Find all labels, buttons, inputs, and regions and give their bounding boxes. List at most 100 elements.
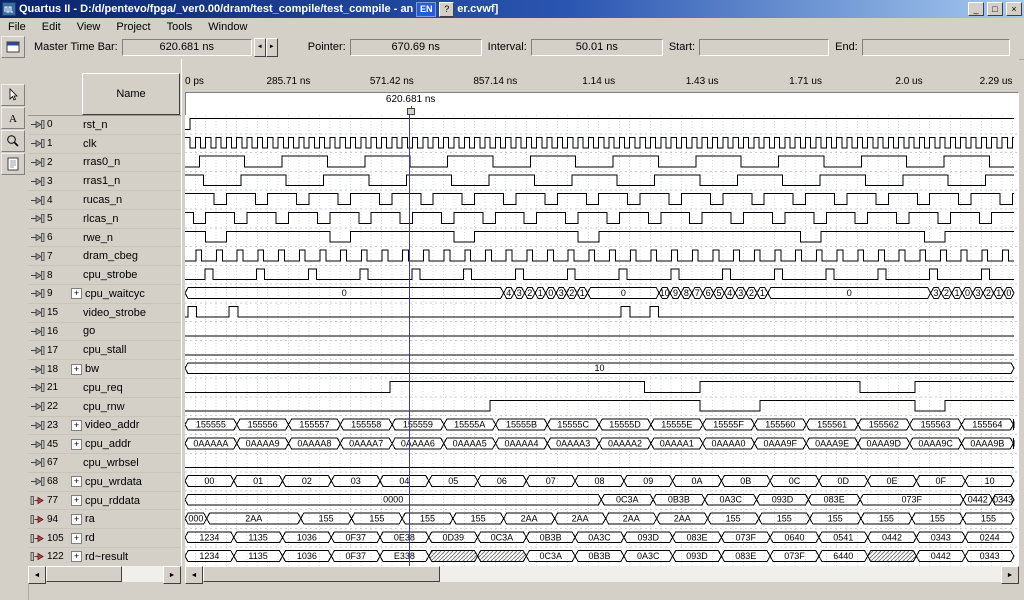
signal-row-cpu_rddata[interactable]: 77+cpu_rddata [28, 492, 181, 511]
signal-name: video_addr [85, 419, 139, 431]
signal-row-rd[interactable]: 105+rd [28, 529, 181, 548]
wave-clk[interactable] [185, 137, 1014, 148]
name-column-header[interactable]: Name [82, 73, 180, 115]
svg-text:0442: 0442 [882, 532, 902, 542]
zoom-tool-button[interactable] [1, 130, 25, 152]
menu-project[interactable]: Project [108, 20, 158, 34]
signal-row-cpu_addr[interactable]: 45+cpu_addr [28, 435, 181, 454]
expand-button[interactable]: + [71, 533, 82, 544]
name-panel-scrollbar[interactable]: ◄ ► [28, 566, 181, 582]
signal-row-rras0_n[interactable]: 2rras0_n [28, 154, 181, 173]
marker-band[interactable]: 620.681 ns [185, 92, 1019, 115]
selection-arrow-tool-button[interactable] [1, 84, 25, 106]
signal-row-rucas_n[interactable]: 4rucas_n [28, 191, 181, 210]
svg-text:155561: 155561 [817, 420, 847, 430]
text-tool-icon: A [5, 114, 21, 129]
wave-video_addr[interactable]: 15555515555615555715555815555915555A1555… [185, 419, 1014, 430]
document-tool-button[interactable] [1, 153, 25, 175]
signal-row-cpu_wrdata[interactable]: 68+cpu_wrdata [28, 473, 181, 492]
signal-row-video_addr[interactable]: 23+video_addr [28, 417, 181, 436]
expand-button[interactable]: + [71, 551, 82, 562]
svg-text:0AAAA3: 0AAAA3 [556, 438, 590, 448]
svg-text:0A3C: 0A3C [719, 495, 742, 505]
waveform-scrollbar[interactable]: ◄ ► [185, 566, 1019, 582]
signal-row-cpu_req[interactable]: 21cpu_req [28, 379, 181, 398]
scroll-left-icon[interactable]: ◄ [28, 566, 46, 584]
signal-row-cpu_rnw[interactable]: 22cpu_rnw [28, 398, 181, 417]
master-time-marker-handle[interactable] [407, 108, 415, 115]
text-tool-tool-button[interactable]: A [1, 107, 25, 129]
svg-text:0AAAA8: 0AAAA8 [297, 438, 331, 448]
svg-text:155: 155 [420, 514, 435, 524]
signal-row-video_strobe[interactable]: 15video_strobe [28, 304, 181, 323]
window-tool-button[interactable] [1, 36, 25, 58]
wave-video_strobe[interactable] [185, 306, 1014, 317]
svg-text:0B3B: 0B3B [588, 551, 610, 561]
language-indicator-badge[interactable]: EN [416, 2, 436, 17]
svg-text:8: 8 [684, 288, 689, 298]
svg-text:0AAAA1: 0AAAA1 [660, 438, 694, 448]
signal-row-go[interactable]: 16go [28, 323, 181, 342]
signal-row-bw[interactable]: 18+bw [28, 360, 181, 379]
svg-text:0: 0 [847, 288, 852, 298]
expand-button[interactable]: + [71, 514, 82, 525]
wave-cpu_req[interactable] [185, 382, 1014, 393]
signal-row-rd~result[interactable]: 122+rd~result [28, 548, 181, 566]
signal-row-ra[interactable]: 94+ra [28, 510, 181, 529]
expand-button[interactable]: + [71, 364, 82, 375]
wave-scroll-left-icon[interactable]: ◄ [185, 566, 203, 584]
svg-text:2AA: 2AA [623, 514, 640, 524]
svg-text:000: 000 [188, 514, 203, 524]
wave-cpu_wrdata[interactable]: 000102030405060708090A0B0C0D0E0F10 [185, 476, 1014, 487]
input-pin-icon [30, 326, 46, 337]
wave-rucas_n[interactable] [185, 194, 1014, 205]
wave-scroll-track[interactable] [203, 566, 1001, 582]
signal-row-cpu_wrbsel[interactable]: 67cpu_wrbsel [28, 454, 181, 473]
wave-scroll-right-icon[interactable]: ► [1001, 566, 1019, 584]
waveform-area[interactable]: 0432103210109876543210321032101015555515… [185, 115, 1019, 566]
signal-index: 6 [46, 232, 71, 243]
name-scroll-track[interactable] [46, 566, 163, 582]
menu-edit[interactable]: Edit [34, 20, 69, 34]
signal-row-rras1_n[interactable]: 3rras1_n [28, 172, 181, 191]
wave-cpu_addr[interactable]: 0AAAAA0AAAA90AAAA80AAAA70AAAA60AAAA50AAA… [185, 438, 1014, 449]
svg-text:155: 155 [726, 514, 741, 524]
maximize-button[interactable]: □ [987, 2, 1003, 16]
window-title-document: er.cvwf] [457, 3, 498, 15]
close-button[interactable]: × [1006, 2, 1022, 16]
titlebar: Quartus II - D:/d/pentevo/fpga/_ver0.00/… [0, 0, 1024, 18]
scroll-right-icon[interactable]: ► [163, 566, 181, 584]
menu-file[interactable]: File [0, 20, 34, 34]
spin-left-icon[interactable]: ◄ [254, 38, 266, 57]
menu-tools[interactable]: Tools [159, 20, 201, 34]
signal-row-dram_cbeg[interactable]: 7dram_cbeg [28, 247, 181, 266]
expand-button[interactable]: + [71, 288, 82, 299]
window-icon [5, 43, 21, 58]
minimize-button[interactable]: _ [968, 2, 984, 16]
svg-text:08: 08 [594, 476, 604, 486]
signal-row-clk[interactable]: 1clk [28, 135, 181, 154]
expand-button[interactable]: + [71, 495, 82, 506]
expand-button[interactable]: + [71, 420, 82, 431]
menu-window[interactable]: Window [200, 20, 255, 34]
wave-rd[interactable]: 1234113510360F370E380D390C3A0B3B0A3C093D… [185, 532, 1014, 543]
signal-name: ra [85, 513, 95, 525]
master-time-bar-value[interactable]: 620.681 ns [122, 39, 252, 56]
window-title: Quartus II - D:/d/pentevo/fpga/_ver0.00/… [19, 3, 413, 15]
language-help-icon[interactable]: ? [439, 2, 454, 17]
signal-row-cpu_waitcyc[interactable]: 9+cpu_waitcyc [28, 285, 181, 304]
signal-row-rst_n[interactable]: 0rst_n [28, 116, 181, 135]
menu-view[interactable]: View [69, 20, 109, 34]
signal-row-cpu_strobe[interactable]: 8cpu_strobe [28, 266, 181, 285]
signal-row-rwe_n[interactable]: 6rwe_n [28, 229, 181, 248]
signal-name: bw [85, 363, 99, 375]
name-scroll-thumb[interactable] [46, 566, 122, 582]
signal-row-cpu_stall[interactable]: 17cpu_stall [28, 341, 181, 360]
wave-scroll-thumb[interactable] [203, 566, 440, 582]
wave-rd~result[interactable]: 1234113510360F37E3380C3A0B3B0A3C093D083E… [185, 551, 1014, 562]
expand-button[interactable]: + [71, 476, 82, 487]
signal-row-rlcas_n[interactable]: 5rlcas_n [28, 210, 181, 229]
expand-button[interactable]: + [71, 439, 82, 450]
spin-right-icon[interactable]: ► [266, 38, 278, 57]
name-panel-header: Name [28, 59, 181, 116]
